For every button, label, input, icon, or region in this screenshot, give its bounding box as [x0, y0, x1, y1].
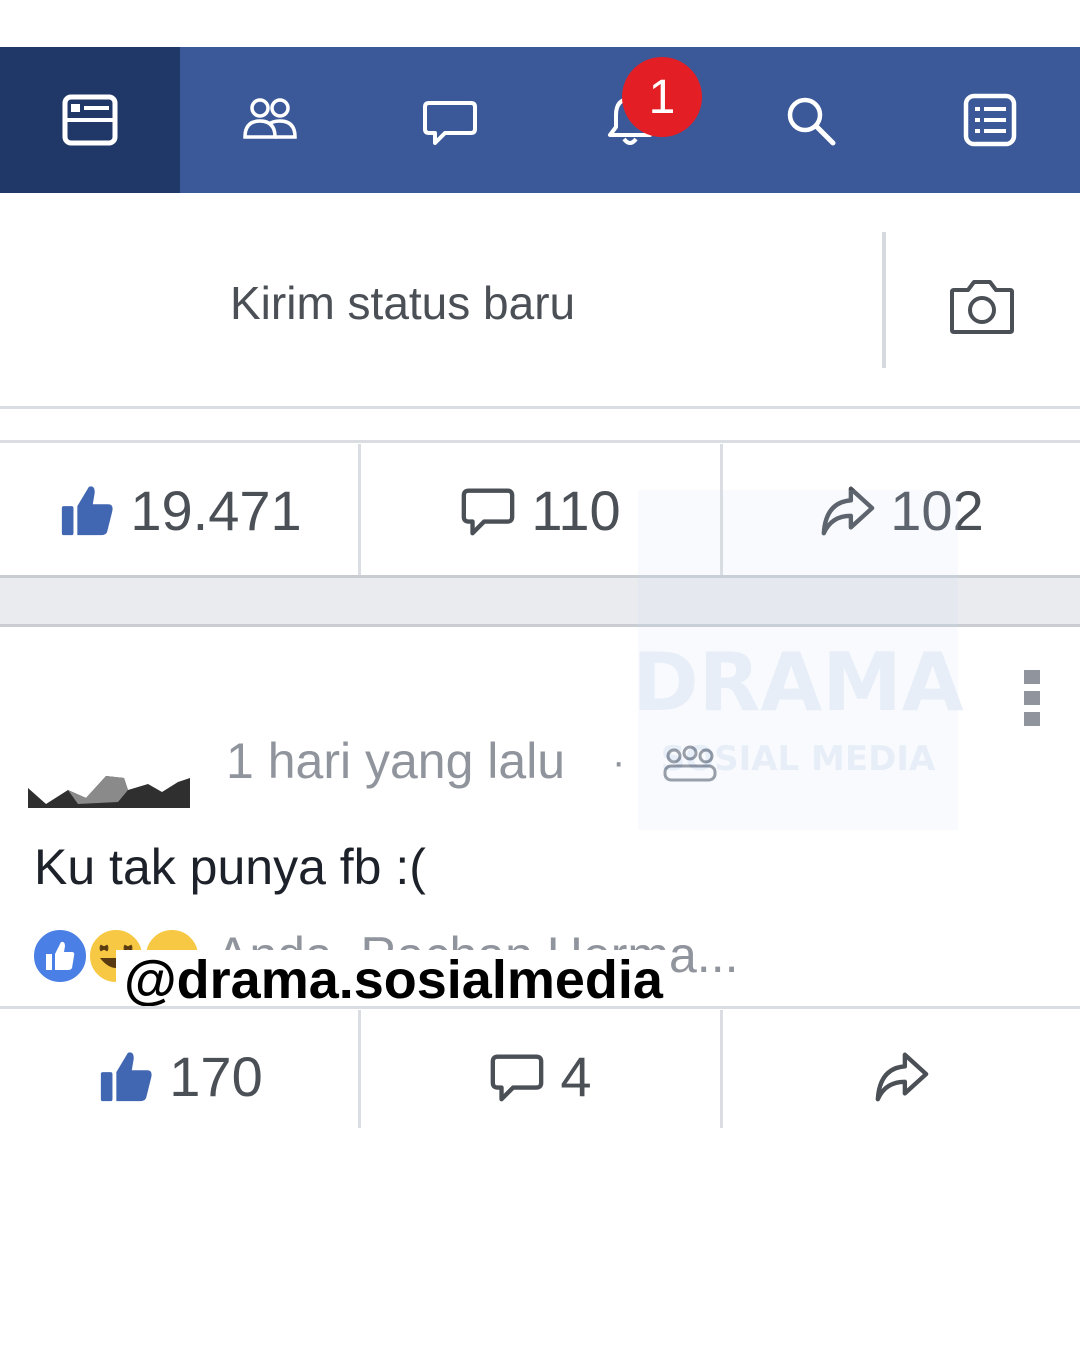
thumbs-up-icon	[62, 486, 113, 536]
like-count: 19.471	[130, 478, 302, 542]
divider	[0, 406, 1080, 409]
top-navbar	[0, 47, 1080, 193]
avatar[interactable]	[28, 768, 190, 808]
friends-icon	[243, 98, 297, 139]
nav-menu[interactable]	[900, 47, 1080, 193]
thumbs-up-icon	[101, 1052, 152, 1102]
watermark-logo-subtext: SOSIAL MEDIA	[661, 739, 936, 779]
menu-icon	[963, 93, 1017, 147]
post-content: Ku tak punya fb :(	[34, 839, 426, 895]
watermark-handle: @drama.sosialmedia	[116, 950, 671, 1010]
nav-messages[interactable]	[360, 47, 540, 193]
nav-news-feed[interactable]	[0, 47, 180, 193]
comment-icon	[462, 488, 515, 536]
search-icon	[787, 97, 836, 146]
notification-badge: 1	[622, 57, 702, 137]
like-button[interactable]: 19.471	[0, 444, 360, 576]
nav-friends[interactable]	[180, 47, 360, 193]
status-composer-placeholder[interactable]: Kirim status baru	[230, 276, 575, 330]
composer-divider	[882, 232, 886, 368]
news-feed-icon	[62, 94, 118, 146]
watermark-logo-text: DRAMA	[632, 636, 964, 729]
share-button[interactable]	[722, 1010, 1080, 1142]
like-reaction-icon	[30, 926, 90, 986]
more-options-icon	[1024, 670, 1040, 726]
divider	[0, 1006, 1080, 1009]
camera-icon	[950, 280, 1014, 334]
comment-count: 4	[560, 1044, 592, 1108]
watermark-logo: DRAMA SOSIAL MEDIA	[598, 470, 998, 850]
comment-icon	[491, 1054, 544, 1102]
post-options-button[interactable]	[1020, 668, 1044, 728]
like-button[interactable]: 170	[0, 1010, 360, 1142]
like-count: 170	[169, 1044, 263, 1108]
share-icon	[875, 1052, 929, 1102]
nav-search[interactable]	[720, 47, 900, 193]
post-timestamp[interactable]: 1 hari yang lalu	[226, 732, 565, 790]
divider	[0, 440, 1080, 443]
messages-icon	[423, 101, 477, 145]
camera-button[interactable]	[948, 276, 1016, 336]
comment-button[interactable]: 4	[360, 1010, 720, 1142]
avatar-image	[28, 768, 190, 808]
